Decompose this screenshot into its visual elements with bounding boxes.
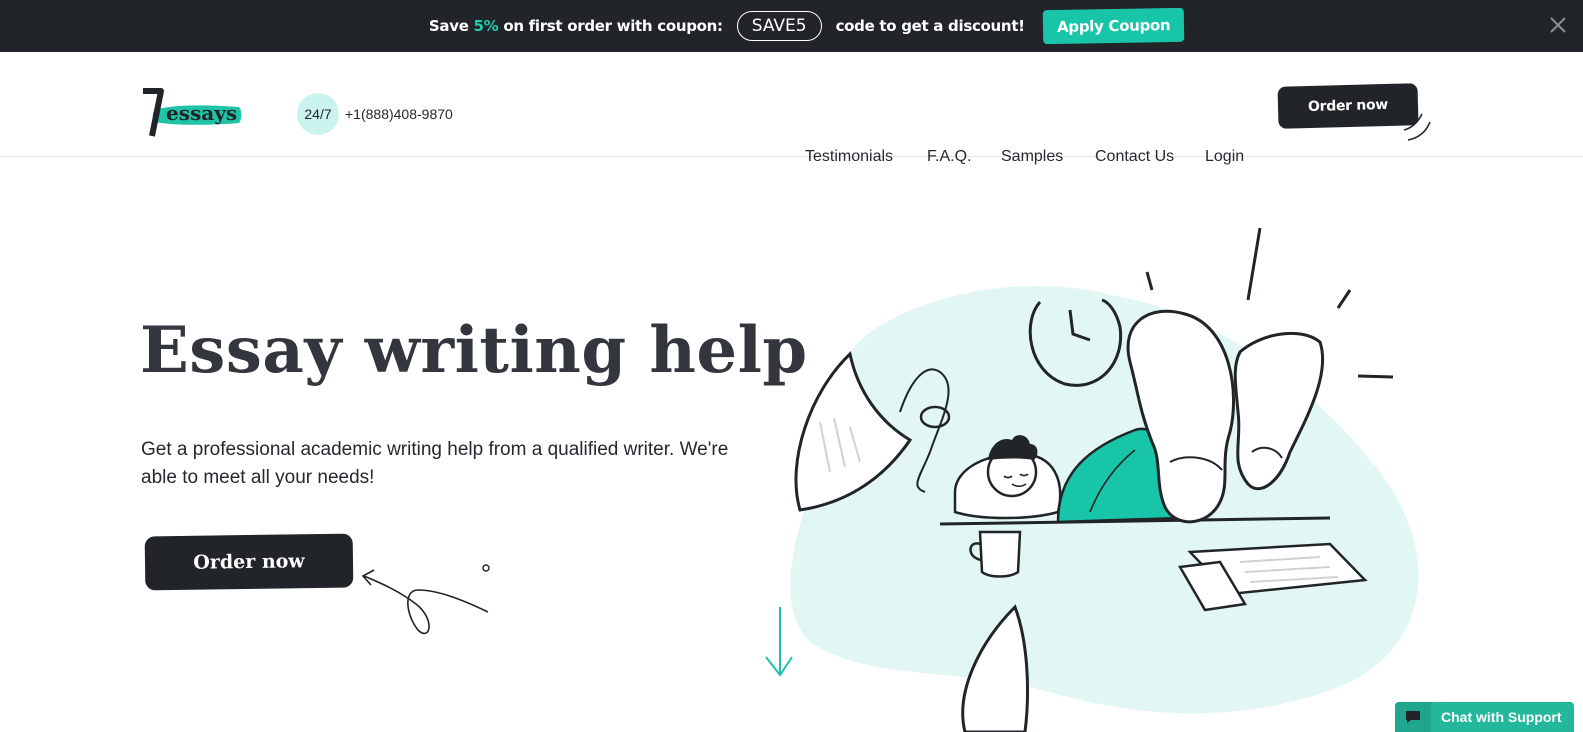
site-header: essays 24/7 +1(888)408-9870 Testimonials… [0, 52, 1583, 165]
promo-bar: Save 5% on first order with coupon: SAVE… [0, 0, 1583, 52]
apply-coupon-button[interactable]: Apply Coupon [1042, 7, 1185, 45]
button-swoosh-decoration [1403, 113, 1431, 141]
hero-subtitle: Get a professional academic writing help… [141, 439, 729, 488]
nav-samples[interactable]: Samples [1001, 148, 1063, 166]
nav-faq[interactable]: F.A.Q. [927, 148, 971, 166]
hero-order-button[interactable]: Order now [144, 533, 354, 591]
chat-with-support-button[interactable]: Chat with Support [1395, 702, 1574, 732]
promo-text-end: code to get a discount! [835, 17, 1025, 35]
logo[interactable]: essays [141, 88, 245, 140]
promo-text: Save 5% on first order with coupon: [428, 17, 723, 35]
header-order-button[interactable]: Order now [1277, 83, 1419, 129]
chat-bubble-icon [1395, 702, 1431, 732]
phone-number[interactable]: +1(888)408-9870 [345, 106, 453, 122]
phone-contact: 24/7 +1(888)408-9870 [297, 93, 453, 135]
nav-contact-us[interactable]: Contact Us [1095, 148, 1174, 166]
nav-testimonials[interactable]: Testimonials [805, 148, 893, 166]
support-badge: 24/7 [297, 93, 339, 135]
hero-illustration [790, 227, 1419, 732]
close-icon[interactable] [1549, 16, 1567, 34]
svg-text:essays: essays [166, 101, 237, 125]
nav-login[interactable]: Login [1205, 148, 1244, 166]
promo-content: Save 5% on first order with coupon: SAVE… [428, 7, 1185, 45]
hero-title: Essay writing help [140, 313, 808, 388]
promo-percent: 5% [473, 17, 499, 35]
chat-label: Chat with Support [1441, 709, 1562, 725]
curly-arrow-icon [361, 564, 490, 635]
coupon-code[interactable]: SAVE5 [736, 11, 822, 41]
